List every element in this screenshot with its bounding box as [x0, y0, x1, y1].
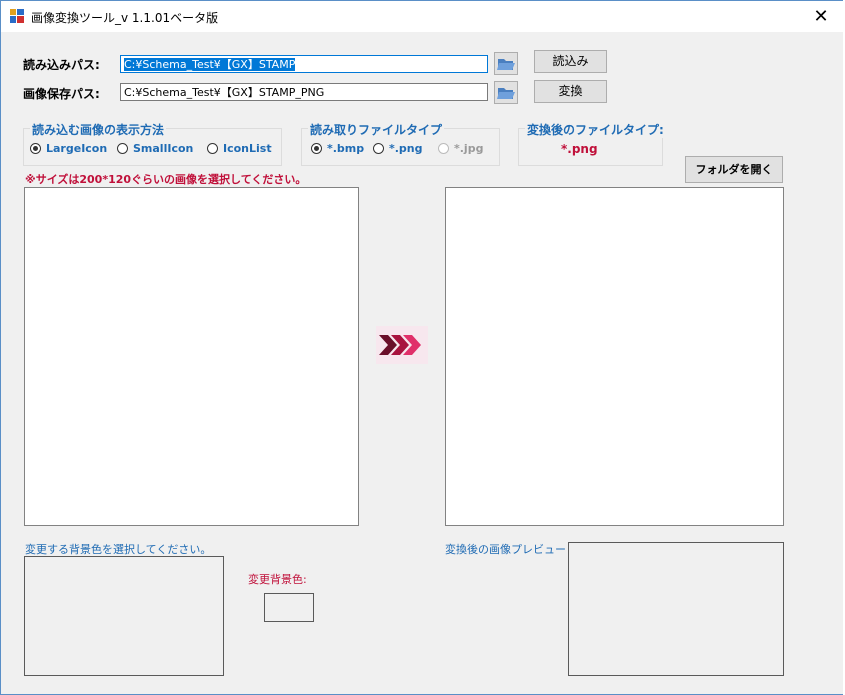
radio-circle-icon: [30, 143, 41, 154]
save-path-input[interactable]: C:¥Schema_Test¥【GX】STAMP_PNG: [120, 83, 488, 101]
read-button[interactable]: 読込み: [534, 50, 607, 73]
bg-color-label: 変更背景色:: [248, 573, 307, 586]
window-title: 画像変換ツール_v 1.1.01ベータ版: [31, 11, 219, 25]
read-path-input[interactable]: C:¥Schema_Test¥【GX】STAMP: [120, 55, 488, 73]
convert-button[interactable]: 変換: [534, 80, 607, 103]
size-notice: ※サイズは200*120ぐらいの画像を選択してください。: [25, 173, 307, 186]
save-folder-button[interactable]: [494, 81, 518, 104]
filetype-group: 読み取りファイルタイプ *.bmp *.png *.jpg: [301, 121, 500, 166]
radio-smallicon[interactable]: SmallIcon: [117, 142, 193, 155]
triple-chevron-right-icon: [376, 326, 428, 364]
close-icon: ✕: [813, 6, 829, 27]
bg-select-image[interactable]: [24, 556, 224, 676]
radio-largeicon[interactable]: LargeIcon: [30, 142, 107, 155]
folder-open-icon: [497, 88, 515, 99]
radio-iconlist[interactable]: IconList: [207, 142, 272, 155]
radio-circle-icon: [117, 143, 128, 154]
read-folder-button[interactable]: [494, 52, 518, 75]
radio-circle-icon: [373, 143, 384, 154]
source-image-list[interactable]: [24, 187, 359, 526]
folder-open-icon: [497, 59, 515, 70]
filetype-title: 読み取りファイルタイプ: [308, 121, 445, 138]
radio-jpg: *.jpg: [438, 142, 483, 155]
radio-png[interactable]: *.png: [373, 142, 423, 155]
radio-circle-icon: [438, 143, 449, 154]
open-folder-button[interactable]: フォルダを開く: [685, 156, 783, 183]
display-method-title: 読み込む画像の表示方法: [30, 121, 167, 138]
title-bar: 画像変換ツール_v 1.1.01ベータ版 ✕: [1, 1, 844, 32]
preview-box: [568, 542, 784, 676]
radio-circle-icon: [311, 143, 322, 154]
bg-color-swatch[interactable]: [264, 593, 314, 622]
save-path-label: 画像保存パス:: [23, 87, 100, 101]
converted-image-list[interactable]: [445, 187, 784, 526]
output-type-title: 変換後のファイルタイプ:: [525, 121, 666, 138]
output-type-group: 変換後のファイルタイプ: *.png: [518, 121, 666, 166]
radio-bmp[interactable]: *.bmp: [311, 142, 364, 155]
display-method-group: 読み込む画像の表示方法 LargeIcon SmallIcon IconList: [23, 121, 282, 166]
output-type-value: *.png: [561, 142, 598, 156]
close-button[interactable]: ✕: [798, 1, 844, 32]
preview-label: 変換後の画像プレビュー: [445, 543, 566, 556]
read-path-label: 読み込みパス:: [23, 58, 100, 72]
app-window-icon: [10, 9, 24, 23]
bg-select-label: 変更する背景色を選択してください。: [25, 543, 212, 556]
app-window: 画像変換ツール_v 1.1.01ベータ版 ✕ 読み込みパス: C:¥Schema…: [0, 0, 845, 695]
radio-circle-icon: [207, 143, 218, 154]
